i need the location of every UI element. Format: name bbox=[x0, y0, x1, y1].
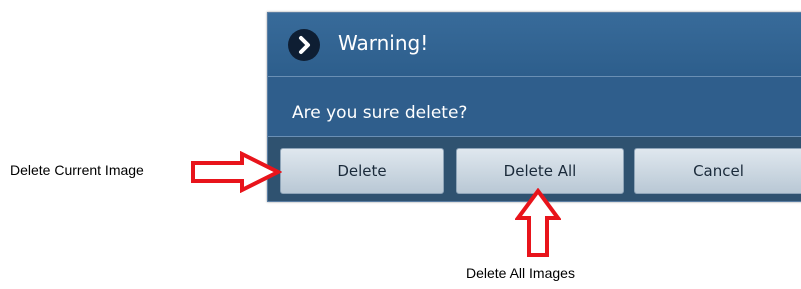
right-arrow-icon bbox=[191, 151, 282, 193]
dialog-header: Warning! bbox=[268, 13, 801, 76]
dialog-message: Are you sure delete? bbox=[292, 103, 468, 123]
annotation-delete-all: Delete All Images bbox=[466, 265, 575, 281]
delete-button[interactable]: Delete bbox=[280, 148, 444, 194]
up-arrow-icon bbox=[515, 188, 561, 257]
cancel-button[interactable]: Cancel bbox=[634, 148, 801, 194]
warning-dialog: Warning! Are you sure delete? Delete Del… bbox=[267, 12, 801, 202]
annotation-delete-current: Delete Current Image bbox=[10, 162, 144, 178]
dialog-title: Warning! bbox=[338, 31, 429, 55]
chevron-right-icon bbox=[288, 29, 320, 61]
divider bbox=[268, 76, 801, 77]
